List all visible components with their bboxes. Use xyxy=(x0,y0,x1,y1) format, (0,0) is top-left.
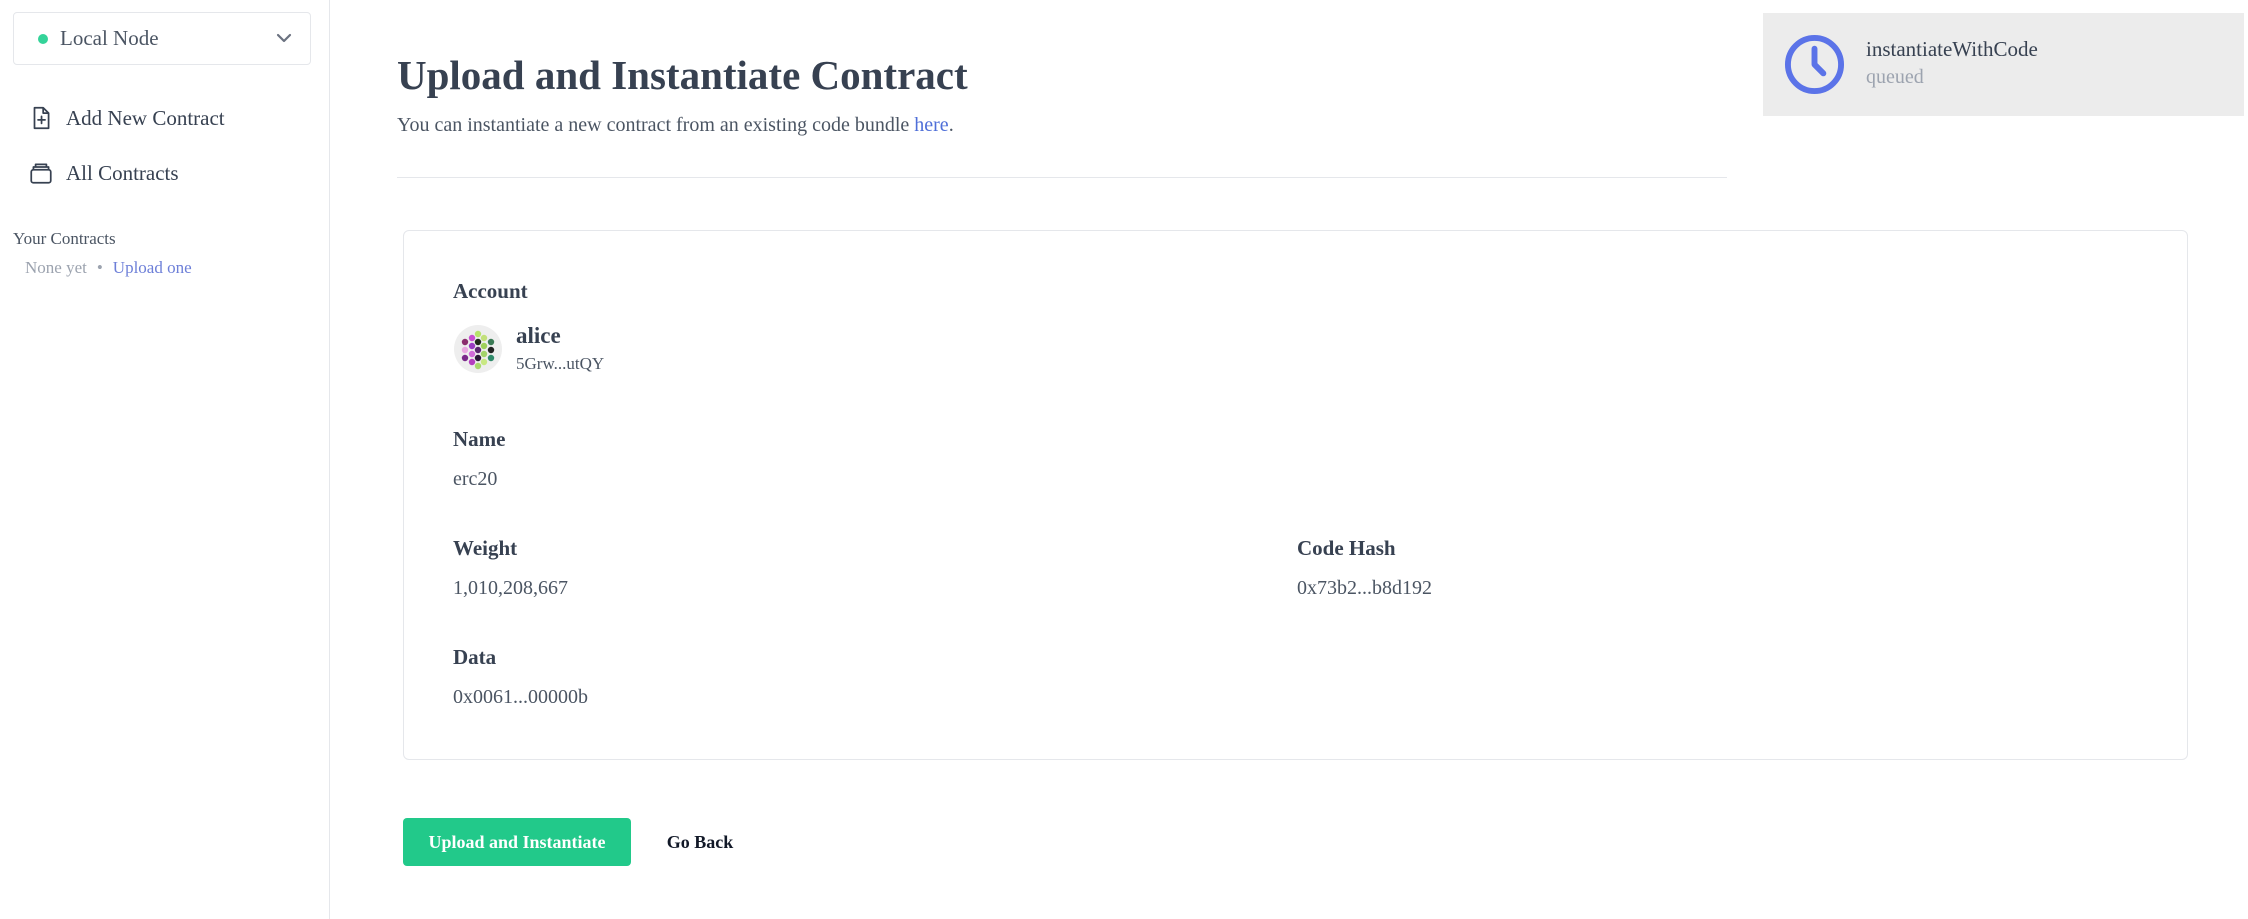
clock-icon xyxy=(1784,34,1845,95)
nav-item-add-new-contract[interactable]: Add New Contract xyxy=(28,98,225,138)
file-plus-icon xyxy=(33,106,50,130)
your-contracts-empty: None yet • Upload one xyxy=(25,258,192,278)
upload-and-instantiate-button[interactable]: Upload and Instantiate xyxy=(403,818,631,866)
sidebar: Local Node Add New Contract All Contract… xyxy=(0,0,330,919)
data-value: 0x0061...00000b xyxy=(453,686,588,708)
code-hash-label: Code Hash xyxy=(1297,536,1396,560)
notification-status: queued xyxy=(1866,66,1924,88)
page-title: Upload and Instantiate Contract xyxy=(397,52,968,98)
separator: • xyxy=(96,258,103,277)
chevron-down-icon xyxy=(276,33,292,43)
weight-value: 1,010,208,667 xyxy=(453,577,568,599)
code-hash-value: 0x73b2...b8d192 xyxy=(1297,577,1432,599)
your-contracts-heading: Your Contracts xyxy=(13,229,116,248)
account-address: 5Grw...utQY xyxy=(516,354,605,373)
account-name: alice xyxy=(516,323,561,348)
subtitle-suffix: . xyxy=(948,114,954,136)
account-label: Account xyxy=(453,279,528,303)
go-back-button[interactable]: Go Back xyxy=(645,818,755,866)
notification-title: instantiateWithCode xyxy=(1866,37,2038,61)
upload-one-link[interactable]: Upload one xyxy=(113,258,192,278)
nav-item-all-contracts[interactable]: All Contracts xyxy=(28,153,179,193)
node-selector-label: Local Node xyxy=(60,26,159,50)
node-status-dot xyxy=(38,33,48,44)
empty-text: None yet xyxy=(25,258,87,277)
name-label: Name xyxy=(453,427,506,451)
identicon-icon xyxy=(454,325,502,373)
data-label: Data xyxy=(453,645,497,669)
archive-icon xyxy=(30,163,52,184)
review-card: Account alice 5Grw...utQY Name erc20 Wei… xyxy=(403,230,2188,760)
subtitle-text: You can instantiate a new contract from … xyxy=(397,114,915,136)
nav-item-label: Add New Contract xyxy=(66,105,225,130)
page-subtitle: You can instantiate a new contract from … xyxy=(397,114,954,137)
notification-toast: instantiateWithCode queued xyxy=(1763,13,2244,116)
header-divider xyxy=(397,177,1727,178)
name-value: erc20 xyxy=(453,468,498,490)
nav-item-label: All Contracts xyxy=(66,160,179,185)
here-link[interactable]: here xyxy=(914,114,948,136)
node-selector[interactable]: Local Node xyxy=(13,12,311,65)
weight-label: Weight xyxy=(453,536,518,560)
